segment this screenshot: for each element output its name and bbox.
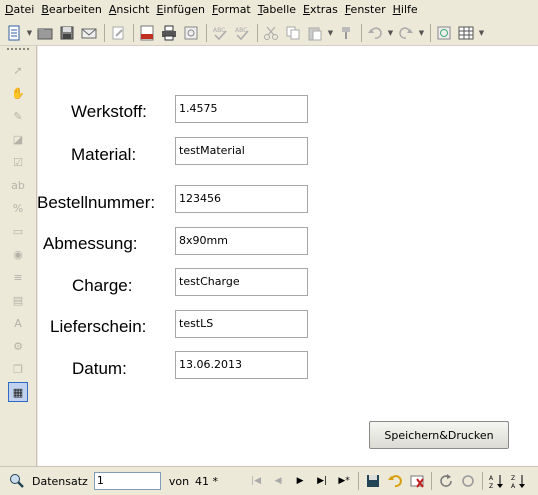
option-button-icon[interactable]: ◉ (8, 244, 28, 264)
push-button-control-icon[interactable]: ▭ (8, 221, 28, 241)
redo-icon[interactable] (396, 23, 416, 43)
save-record-icon[interactable] (362, 470, 384, 492)
hand-icon[interactable]: ✋ (8, 83, 28, 103)
next-record-icon[interactable]: ▶ (289, 470, 311, 492)
table-dropdown-icon[interactable]: ▼ (478, 23, 485, 43)
record-label: Datensatz (32, 474, 88, 488)
save-print-button[interactable]: Speichern&Drucken (369, 421, 509, 449)
menu-datei[interactable]: Datei (3, 1, 39, 19)
bestellnummer-label: Bestellnummer: (37, 193, 156, 212)
form-controls-toolbar: ➚ ✋ ✎ ◪ ☑ ab % ▭ ◉ ≡ ▤ A ⚙ ❐ ▦ (0, 46, 37, 466)
toolbar-separator (104, 23, 105, 42)
edit-file-icon[interactable] (108, 23, 128, 43)
werkstoff-field[interactable]: 1.4575 (175, 95, 308, 123)
text-box-control-icon[interactable]: ab (8, 175, 28, 195)
open-folder-icon[interactable] (35, 23, 55, 43)
datum-label: Datum: (72, 359, 127, 378)
copy-icon[interactable] (283, 23, 303, 43)
hyperlink-icon[interactable] (434, 23, 454, 43)
charge-label: Charge: (72, 276, 133, 295)
first-record-icon[interactable]: |◀ (245, 470, 267, 492)
toolbar-separator (482, 472, 484, 490)
new-record-icon[interactable]: ▶* (333, 470, 355, 492)
undo-icon[interactable] (365, 23, 385, 43)
toolbar-separator (206, 23, 207, 42)
toolbar-separator (133, 23, 134, 42)
lieferschein-label: Lieferschein: (50, 317, 147, 336)
checkbox-control-icon[interactable]: ☑ (8, 152, 28, 172)
save-icon[interactable] (57, 23, 77, 43)
charge-field[interactable]: testCharge (175, 268, 308, 296)
email-icon[interactable] (79, 23, 99, 43)
redo-dropdown-icon[interactable]: ▼ (418, 23, 425, 43)
paste-icon[interactable] (305, 23, 325, 43)
last-record-icon[interactable]: ▶| (311, 470, 333, 492)
more-controls-icon[interactable]: ❐ (8, 359, 28, 379)
paste-dropdown-icon[interactable]: ▼ (327, 23, 334, 43)
record-navigation-bar: Datensatz 1 von 41 * |◀ ◀ ▶ ▶| ▶* AZ ZA (0, 466, 538, 495)
form-properties-icon[interactable]: ◪ (8, 129, 28, 149)
undo-dropdown-icon[interactable]: ▼ (387, 23, 394, 43)
record-total: 41 * (195, 474, 219, 488)
werkstoff-label: Werkstoff: (71, 102, 147, 121)
list-box-icon[interactable]: ≡ (8, 267, 28, 287)
toolbar-separator (358, 472, 360, 490)
lieferschein-field[interactable]: testLS (175, 310, 308, 338)
format-paintbrush-icon[interactable] (336, 23, 356, 43)
svg-text:A: A (489, 475, 494, 482)
menu-bar: Datei Bearbeiten Ansicht Einfügen Format… (0, 0, 538, 20)
previous-record-icon[interactable]: ◀ (267, 470, 289, 492)
toolbar-separator (431, 472, 433, 490)
toolbar-grip[interactable] (7, 48, 29, 51)
page-preview-icon[interactable] (181, 23, 201, 43)
abmessung-field[interactable]: 8x90mm (175, 227, 308, 255)
toolbar-separator (257, 23, 258, 42)
abmessung-label: Abmessung: (43, 234, 138, 253)
new-dropdown-icon[interactable]: ▼ (26, 23, 33, 43)
bestellnummer-field[interactable]: 123456 (175, 185, 308, 213)
menu-einfuegen[interactable]: Einfügen (154, 1, 210, 19)
datum-field[interactable]: 13.06.2013 (175, 351, 308, 379)
export-pdf-icon[interactable] (137, 23, 157, 43)
svg-text:Z: Z (511, 475, 515, 482)
menu-format[interactable]: Format (210, 1, 256, 19)
cut-icon[interactable] (261, 23, 281, 43)
design-mode-icon[interactable]: ⚙ (8, 336, 28, 356)
search-icon[interactable] (6, 470, 28, 492)
wrench-icon[interactable]: ✎ (8, 106, 28, 126)
svg-text:A: A (511, 483, 516, 489)
menu-tabelle[interactable]: Tabelle (256, 1, 301, 19)
toolbar-separator (361, 23, 362, 42)
menu-bearbeiten[interactable]: Bearbeiten (39, 1, 106, 19)
delete-record-icon[interactable] (406, 470, 428, 492)
material-field[interactable]: testMaterial (175, 137, 308, 165)
table-icon[interactable] (456, 23, 476, 43)
formatted-field-icon[interactable]: % (8, 198, 28, 218)
menu-ansicht[interactable]: Ansicht (107, 1, 155, 19)
of-label: von (168, 474, 190, 488)
undo-record-icon[interactable] (384, 470, 406, 492)
spellcheck-icon[interactable]: ABC (210, 23, 230, 43)
autospellcheck-icon[interactable]: ABC (232, 23, 252, 43)
toolbar-separator (430, 23, 431, 42)
standard-toolbar: ▼ ABC ABC ▼ ▼ ▼ ▼ (0, 20, 538, 46)
refresh-control-icon[interactable] (457, 470, 479, 492)
material-label: Material: (71, 145, 137, 164)
form-design-icon[interactable]: ▦ (8, 382, 28, 402)
record-number-input[interactable]: 1 (93, 472, 161, 490)
menu-extras[interactable]: Extras (301, 1, 343, 19)
menu-hilfe[interactable]: Hilfe (391, 1, 423, 19)
label-field-icon[interactable]: A (8, 313, 28, 333)
refresh-icon[interactable] (435, 470, 457, 492)
svg-text:Z: Z (489, 483, 493, 489)
form-canvas: Werkstoff: 1.4575 Material: testMaterial… (37, 46, 538, 466)
combo-box-icon[interactable]: ▤ (8, 290, 28, 310)
new-document-icon[interactable] (4, 23, 24, 43)
select-pointer-icon[interactable]: ➚ (8, 60, 28, 80)
print-icon[interactable] (159, 23, 179, 43)
sort-ascending-icon[interactable]: AZ (486, 470, 508, 492)
sort-descending-icon[interactable]: ZA (508, 470, 530, 492)
menu-fenster[interactable]: Fenster (343, 1, 391, 19)
